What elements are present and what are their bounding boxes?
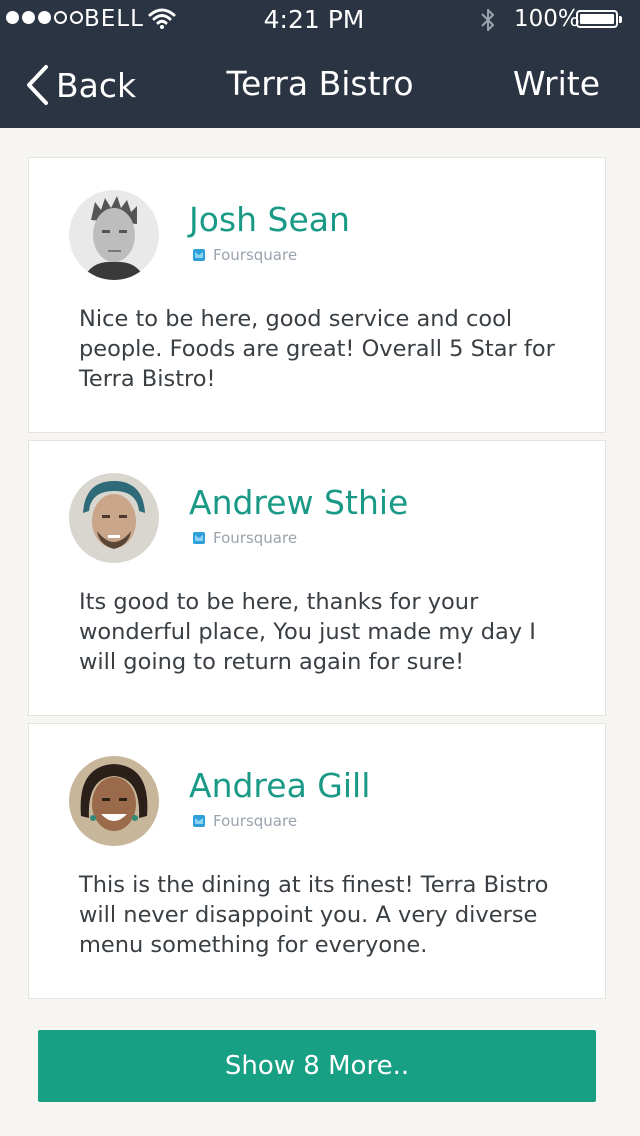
review-text: Its good to be here, thanks for your won… [79, 589, 536, 675]
avatar [69, 190, 159, 280]
review-source: Foursquare [193, 246, 297, 264]
battery-percent: 100% [514, 6, 580, 32]
review-source: Foursquare [193, 529, 297, 547]
reviewer-name[interactable]: Andrea Gill [189, 766, 370, 805]
review-card: Josh Sean Foursquare Nice to be here, go… [28, 157, 606, 433]
battery-icon [576, 10, 622, 28]
review-source-label: Foursquare [213, 246, 298, 264]
avatar [69, 756, 159, 846]
top-bar: BELL 4:21 PM 100% Back Terra Bistro Writ… [0, 0, 640, 128]
review-text: This is the dining at its finest! Terra … [79, 872, 549, 958]
avatar [69, 473, 159, 563]
reviewer-name[interactable]: Andrew Sthie [189, 483, 408, 522]
review-source-label: Foursquare [213, 812, 298, 830]
review-source-label: Foursquare [213, 529, 298, 547]
review-text: Nice to be here, good service and cool p… [79, 306, 555, 392]
foursquare-icon [193, 532, 205, 544]
review-card: Andrew Sthie Foursquare Its good to be h… [28, 440, 606, 716]
show-more-button[interactable]: Show 8 More.. [38, 1030, 596, 1102]
write-button[interactable]: Write [513, 64, 600, 103]
navigation-bar: Back Terra Bistro Write [0, 40, 640, 128]
foursquare-icon [193, 815, 205, 827]
bluetooth-icon [481, 9, 494, 31]
foursquare-icon [193, 249, 205, 261]
review-source: Foursquare [193, 812, 297, 830]
status-bar: BELL 4:21 PM 100% [0, 0, 640, 40]
review-card: Andrea Gill Foursquare This is the dinin… [28, 723, 606, 999]
reviewer-name[interactable]: Josh Sean [189, 200, 350, 239]
